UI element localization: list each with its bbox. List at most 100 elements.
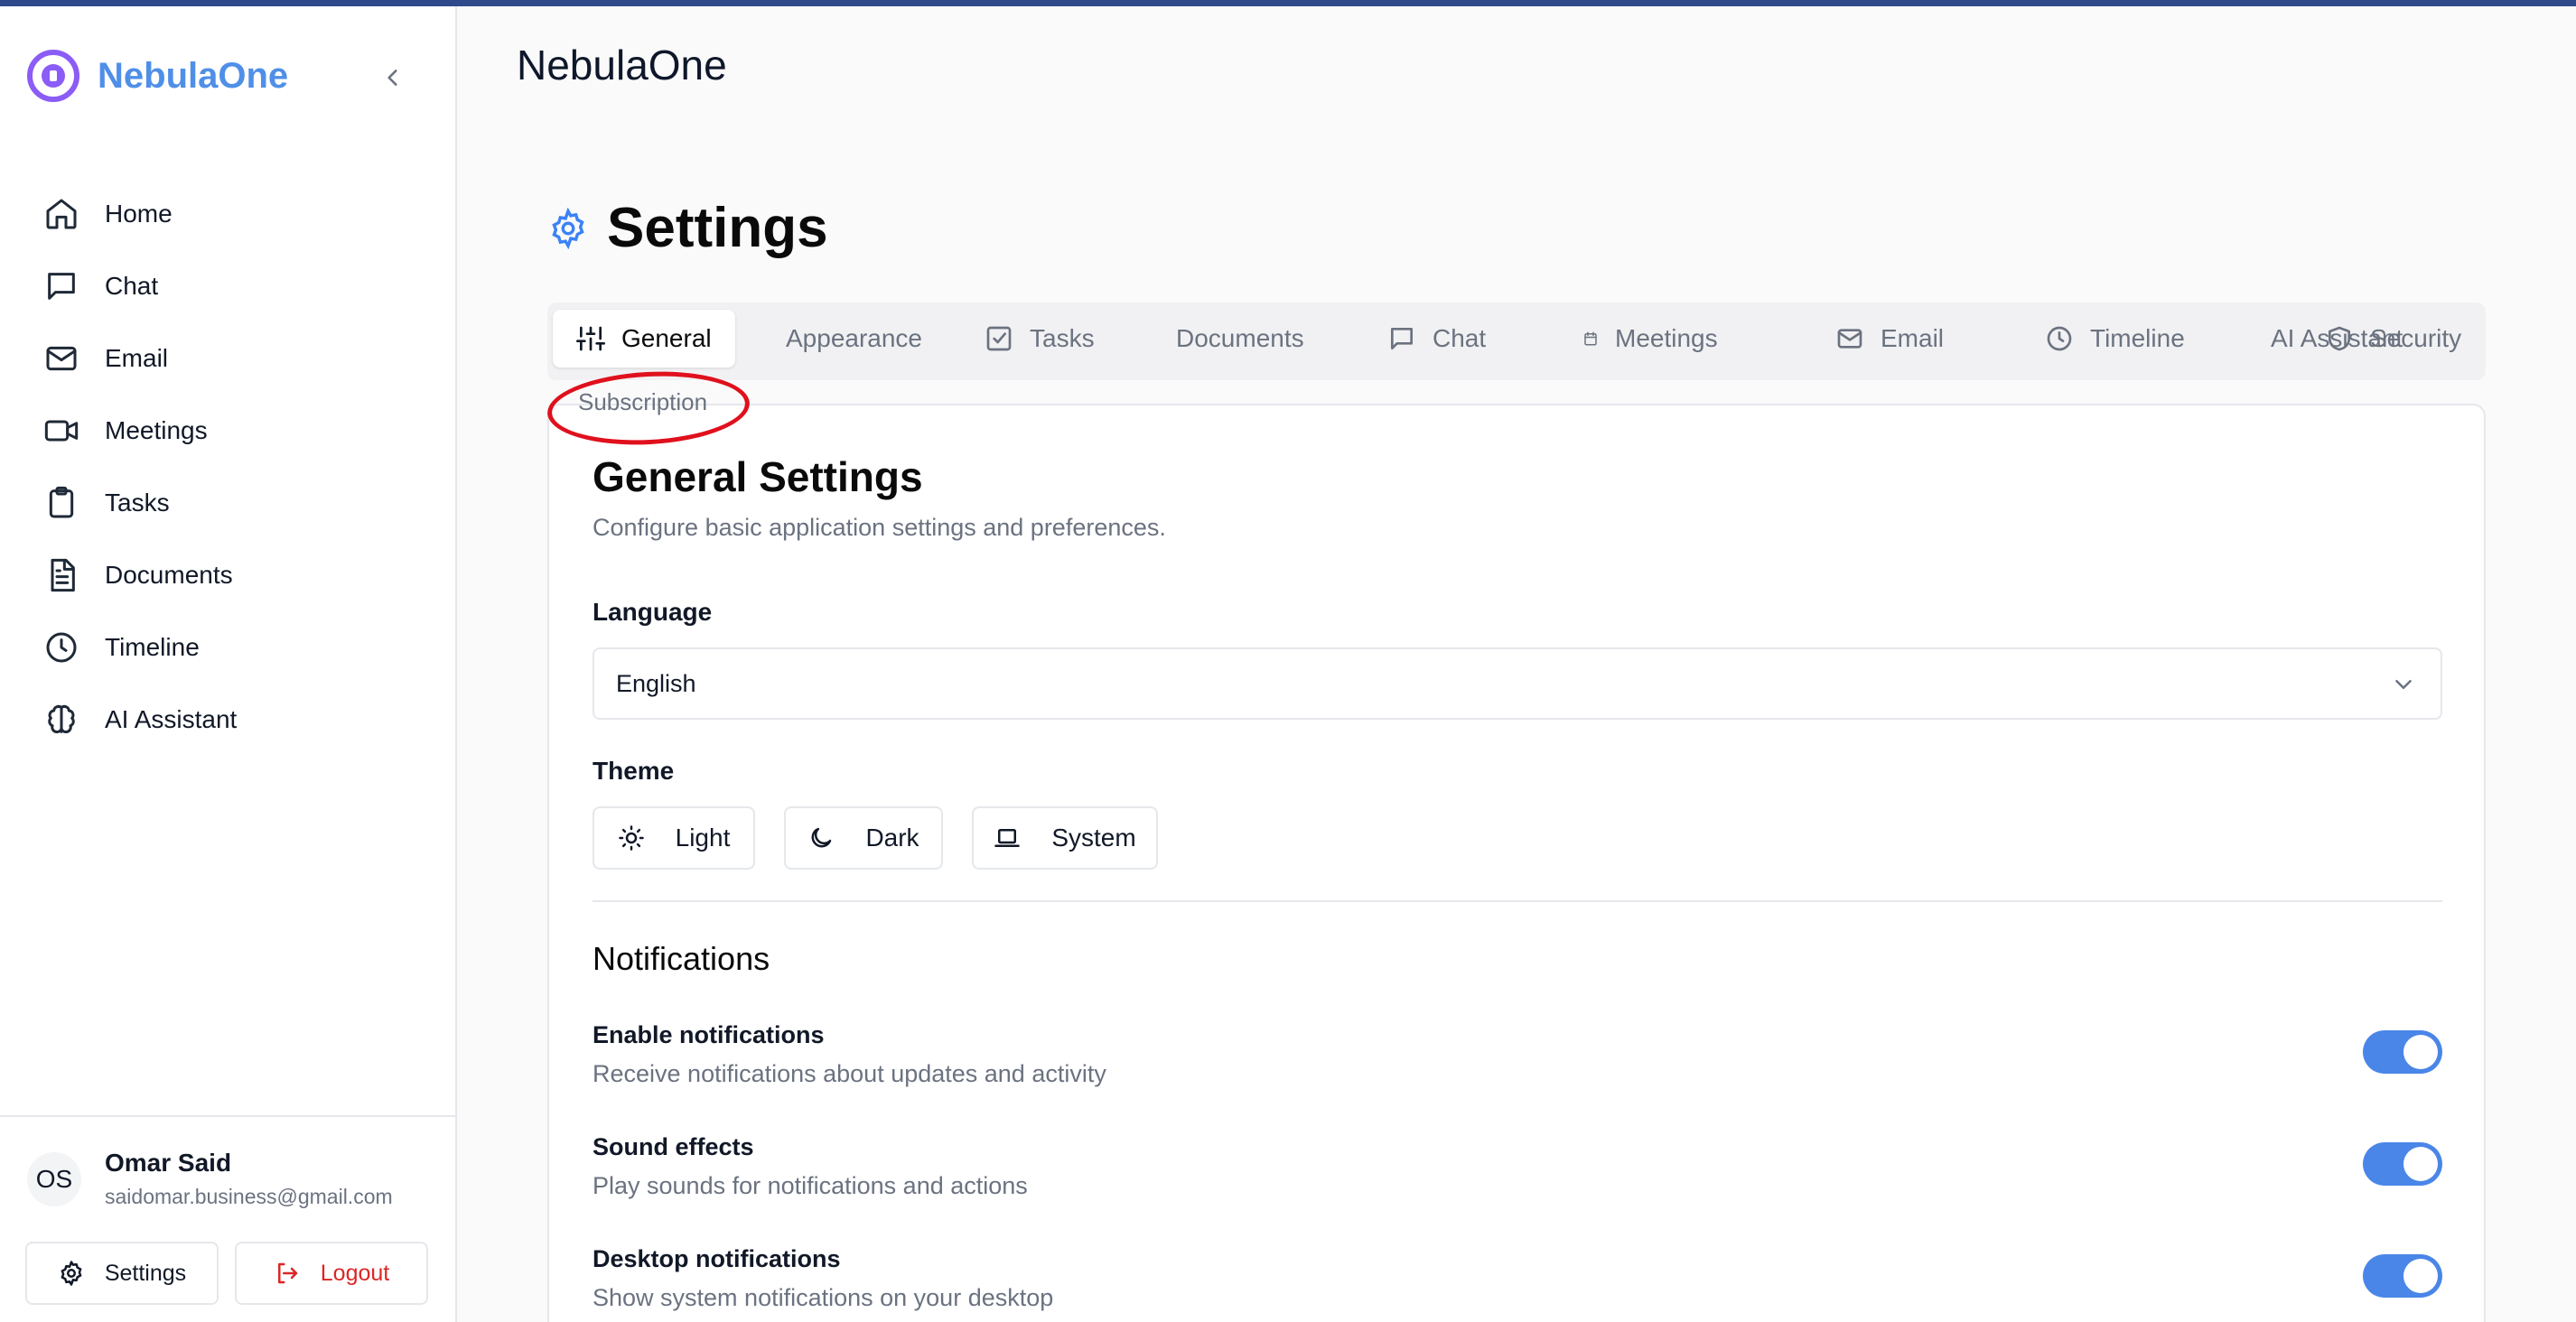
setting-description: Play sounds for notifications and action… — [593, 1172, 1028, 1199]
user-name: Omar Said — [105, 1149, 232, 1177]
tab-spacer-3 — [1938, 310, 1985, 368]
language-label: Language — [593, 598, 713, 626]
theme-option-label: Light — [675, 824, 731, 852]
tab-label: Security — [2370, 324, 2462, 352]
shield-icon — [2329, 326, 2350, 351]
divider — [593, 900, 2442, 902]
language-select-value: English — [616, 669, 696, 697]
video-icon — [44, 420, 79, 442]
theme-system-button[interactable]: System — [972, 806, 1158, 870]
chat-icon — [48, 273, 75, 300]
mail-icon — [46, 346, 77, 371]
calendar-icon — [1584, 331, 1597, 346]
sidebar-item-label: Timeline — [105, 633, 200, 661]
brand[interactable]: NebulaOne — [27, 50, 288, 102]
theme-label: Theme — [593, 757, 675, 785]
avatar: OS — [27, 1151, 81, 1206]
sidebar: NebulaOne Home Chat Email Meetings Tasks… — [0, 6, 457, 1322]
nebula-logo-icon — [27, 50, 79, 102]
moon-icon — [812, 827, 832, 848]
clipboard-icon — [49, 486, 74, 518]
logout-button-label: Logout — [320, 1260, 390, 1286]
section-description: Configure basic application settings and… — [593, 514, 1166, 541]
sidebar-item-timeline[interactable]: Timeline — [43, 611, 237, 684]
chat-icon — [1391, 328, 1413, 349]
tab-appearance[interactable]: Appearance — [762, 310, 946, 368]
collapse-sidebar-button[interactable] — [378, 62, 408, 93]
sidebar-item-email[interactable]: Email — [43, 322, 237, 395]
sidebar-item-label: Chat — [105, 272, 159, 300]
user-email: saidomar.business@gmail.com — [105, 1185, 393, 1208]
setting-description: Receive notifications about updates and … — [593, 1060, 1106, 1087]
checkbox-icon — [986, 326, 1012, 351]
sidebar-item-label: Tasks — [105, 489, 170, 517]
setting-sound-effects: Sound effects Play sounds for notificati… — [593, 1133, 2442, 1224]
page-header: Settings — [547, 196, 828, 260]
sidebar-item-label: Meetings — [105, 416, 208, 444]
section-title: General Settings — [593, 453, 923, 500]
chevron-left-icon — [387, 70, 397, 86]
sidebar-nav: Home Chat Email Meetings Tasks Documents… — [43, 178, 237, 756]
tab-label: Tasks — [1030, 324, 1095, 352]
app-title: NebulaOne — [517, 42, 727, 88]
brand-name: NebulaOne — [98, 55, 289, 96]
sun-icon — [618, 825, 644, 851]
laptop-icon — [994, 829, 1021, 847]
setting-title: Sound effects — [593, 1133, 754, 1160]
tab-chat[interactable]: Chat — [1364, 310, 1509, 368]
setting-title: Enable notifications — [593, 1021, 825, 1048]
tab-meetings[interactable]: Meetings — [1559, 310, 1741, 368]
gear-icon — [61, 1261, 82, 1286]
theme-option-label: Dark — [865, 824, 919, 852]
tab-label: Appearance — [786, 324, 923, 352]
settings-button[interactable]: Settings — [25, 1242, 219, 1305]
tab-label: Meetings — [1615, 324, 1718, 352]
chevron-down-icon — [2395, 680, 2412, 689]
sidebar-item-chat[interactable]: Chat — [43, 250, 237, 322]
theme-option-label: System — [1051, 824, 1136, 852]
tab-label: Documents — [1176, 324, 1304, 352]
tab-general[interactable]: General — [553, 310, 735, 368]
home-icon — [46, 199, 77, 229]
logout-icon — [277, 1262, 298, 1284]
sidebar-item-home[interactable]: Home — [43, 178, 237, 250]
mail-icon — [1837, 329, 1862, 349]
tab-label: Email — [1881, 324, 1945, 352]
main-content: NebulaOne Settings General Appearance Ta… — [457, 6, 2576, 1322]
language-select[interactable]: English — [593, 647, 2442, 720]
page-title: Settings — [607, 197, 828, 259]
clock-icon — [46, 632, 77, 663]
sidebar-item-documents[interactable]: Documents — [43, 539, 237, 611]
desktop-notifications-toggle[interactable] — [2363, 1254, 2442, 1298]
user-profile[interactable]: OS Omar Said saidomar.business@gmail.com — [27, 1149, 393, 1209]
setting-desktop-notifications: Desktop notifications Show system notifi… — [593, 1245, 2442, 1322]
sidebar-footer: OS Omar Said saidomar.business@gmail.com… — [0, 1115, 455, 1322]
sidebar-item-label: AI Assistant — [105, 705, 238, 733]
sidebar-item-tasks[interactable]: Tasks — [43, 467, 237, 539]
notifications-heading: Notifications — [593, 940, 770, 977]
brain-icon — [48, 704, 75, 734]
sidebar-item-ai-assistant[interactable]: AI Assistant — [43, 684, 237, 756]
sidebar-item-label: Home — [105, 200, 173, 228]
sliders-icon — [576, 326, 605, 351]
general-settings-card: General Settings Configure basic applica… — [547, 404, 2486, 1322]
setting-title: Desktop notifications — [593, 1245, 841, 1272]
setting-enable-notifications: Enable notifications Receive notificatio… — [593, 1021, 2442, 1112]
tab-label: General — [621, 324, 712, 352]
sidebar-item-label: Email — [105, 344, 169, 372]
top-accent-bar — [0, 0, 2576, 6]
theme-dark-button[interactable]: Dark — [784, 806, 943, 870]
gear-icon — [552, 207, 584, 249]
sidebar-item-meetings[interactable]: Meetings — [43, 395, 237, 467]
tab-security[interactable]: Security — [2301, 310, 2485, 368]
tab-tasks[interactable]: Tasks — [961, 310, 1118, 368]
theme-light-button[interactable]: Light — [593, 806, 755, 870]
logout-button[interactable]: Logout — [235, 1242, 428, 1305]
sidebar-item-label: Documents — [105, 561, 233, 589]
tab-documents[interactable]: Documents — [1153, 310, 1328, 368]
tab-label: Chat — [1433, 324, 1487, 352]
enable-notifications-toggle[interactable] — [2363, 1030, 2442, 1074]
sound-effects-toggle[interactable] — [2363, 1142, 2442, 1186]
document-icon — [51, 558, 75, 592]
setting-description: Show system notifications on your deskto… — [593, 1284, 1054, 1311]
